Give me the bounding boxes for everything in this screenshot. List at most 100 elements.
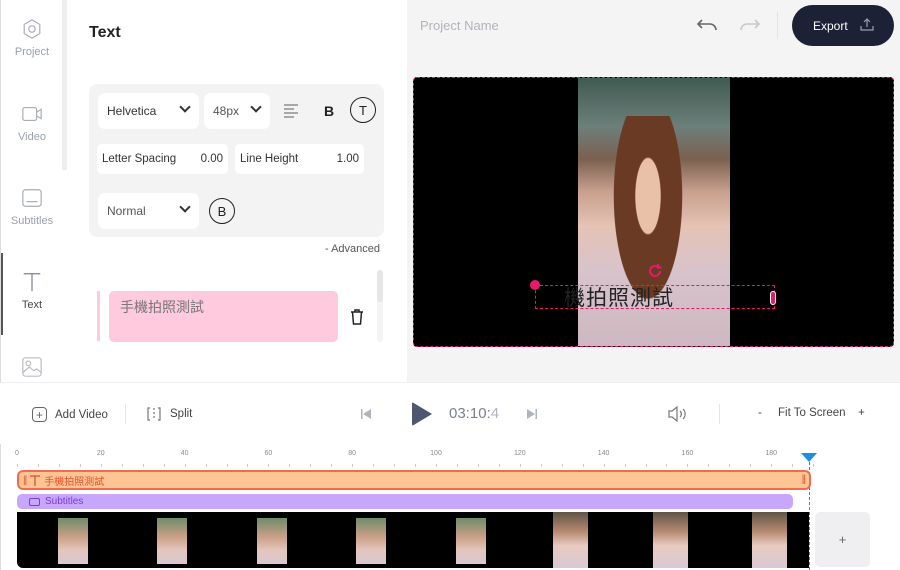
nav-item-image[interactable] — [1, 356, 63, 384]
ruler-tick — [792, 464, 794, 467]
nav-item-text[interactable]: Text — [1, 253, 63, 335]
ruler-tick — [708, 464, 710, 467]
ruler-tick — [331, 464, 333, 467]
time-frame: 4 — [490, 405, 500, 422]
font-weight-select[interactable]: Normal — [98, 193, 199, 229]
ruler-tick — [645, 464, 647, 467]
subtitle-item-marker — [97, 291, 100, 341]
subtitle-track-clip[interactable]: Subtitles — [17, 494, 793, 509]
ruler-tick — [100, 464, 102, 467]
font-size-select[interactable]: 48px — [204, 93, 270, 129]
ruler-tick — [729, 464, 731, 467]
subtitle-text-input[interactable]: 手機拍照測試 — [109, 291, 338, 342]
rotate-icon[interactable] — [648, 264, 662, 278]
ruler-tick — [540, 464, 542, 467]
ruler-tick — [121, 464, 123, 467]
ruler-tick — [310, 464, 312, 467]
ruler-tick — [687, 464, 689, 467]
ruler-tick — [17, 464, 18, 467]
add-video-button[interactable]: + Add Video — [32, 407, 108, 422]
video-canvas[interactable]: 機拍照測試 — [413, 77, 894, 347]
background-color-button[interactable]: B — [209, 198, 235, 224]
video-thumbnail — [752, 512, 787, 568]
ruler-label: 20 — [96, 450, 105, 457]
letter-spacing-label: Letter Spacing — [102, 153, 177, 165]
ruler-tick — [373, 464, 375, 467]
move-handle[interactable] — [530, 280, 540, 290]
redo-icon[interactable] — [739, 15, 761, 35]
font-size-value: 48px — [213, 104, 240, 118]
timeline: 0 20 40 60 80 100 120 140 160 180 || 手機拍照測試 || Su… — [0, 444, 900, 570]
ruler-tick — [79, 464, 81, 467]
gear-icon — [23, 19, 41, 39]
skip-forward-icon[interactable] — [526, 409, 538, 419]
playhead-handle[interactable] — [801, 453, 817, 462]
ruler-tick — [813, 464, 815, 467]
chevron-down-icon — [179, 101, 191, 113]
add-video-label: Add Video — [55, 408, 108, 421]
video-track-clip[interactable] — [17, 512, 809, 568]
video-thumbnail — [257, 518, 287, 564]
ruler-label: 140 — [597, 450, 610, 457]
text-selection-box[interactable] — [535, 285, 775, 309]
list-scrollbar[interactable] — [377, 270, 383, 342]
letter-spacing-value[interactable]: 0.00 — [201, 153, 223, 165]
chevron-down-icon — [179, 201, 191, 213]
text-color-button[interactable]: T — [350, 97, 376, 123]
text-icon — [30, 474, 41, 486]
nav-item-video[interactable]: Video — [1, 103, 63, 143]
ruler-label: 60 — [264, 450, 273, 457]
advanced-toggle[interactable]: - Advanced — [325, 243, 380, 255]
ruler-tick — [289, 464, 291, 467]
nav-label: Video — [18, 131, 46, 143]
video-thumbnail — [356, 518, 386, 564]
toolbar-divider — [125, 404, 126, 424]
bold-button[interactable]: B — [324, 103, 334, 119]
resize-handle[interactable] — [770, 291, 776, 305]
ruler-tick — [415, 464, 417, 467]
video-thumbnail — [58, 518, 88, 564]
fit-to-screen-button[interactable]: Fit To Screen — [778, 407, 846, 419]
letter-spacing-field[interactable]: Letter Spacing 0.00 — [97, 144, 228, 174]
scrollbar-thumb[interactable] — [377, 270, 383, 302]
align-left-icon[interactable] — [283, 103, 299, 118]
ruler-tick — [226, 464, 228, 467]
trash-icon[interactable] — [350, 309, 364, 325]
ruler-label: 80 — [348, 450, 357, 457]
ruler-label: 120 — [513, 450, 526, 457]
image-icon — [22, 357, 42, 377]
ruler-tick — [352, 464, 354, 467]
undo-icon[interactable] — [696, 15, 718, 35]
line-height-value[interactable]: 1.00 — [337, 153, 359, 165]
add-clip-button[interactable]: + — [815, 512, 870, 567]
zoom-in-button[interactable]: + — [858, 407, 865, 419]
font-family-select[interactable]: Helvetica — [98, 93, 199, 129]
ruler-label: 100 — [430, 450, 442, 457]
drag-handle-icon[interactable]: || — [802, 474, 806, 485]
subtitles-icon — [29, 497, 40, 506]
current-time: 03:10:4 — [449, 405, 499, 422]
drag-handle-icon[interactable]: || — [23, 475, 27, 486]
timeline-ruler[interactable]: 0 20 40 60 80 100 120 140 160 180 — [15, 450, 817, 467]
project-name-input[interactable]: Project Name — [420, 18, 499, 33]
video-thumbnail — [157, 518, 187, 564]
export-button[interactable]: Export — [792, 5, 894, 46]
ruler-tick — [184, 464, 186, 467]
ruler-tick — [205, 464, 207, 467]
play-button[interactable] — [412, 402, 432, 426]
video-thumbnail — [653, 512, 688, 568]
line-height-field[interactable]: Line Height 1.00 — [235, 144, 364, 174]
left-nav: Project Video Subtitles Text — [0, 0, 62, 382]
nav-item-project[interactable]: Project — [1, 18, 63, 58]
ruler-tick — [394, 464, 396, 467]
zoom-out-button[interactable]: - — [758, 407, 762, 419]
split-icon — [147, 407, 161, 421]
nav-item-subtitles[interactable]: Subtitles — [1, 187, 63, 227]
upload-icon — [860, 18, 874, 31]
split-button[interactable]: Split — [146, 407, 192, 421]
time-main: 03:10: — [449, 405, 491, 422]
volume-icon[interactable] — [667, 406, 687, 422]
text-track-clip[interactable]: || 手機拍照測試 || — [17, 470, 811, 490]
skip-back-icon[interactable] — [360, 409, 372, 419]
ruler-tick — [58, 464, 60, 467]
